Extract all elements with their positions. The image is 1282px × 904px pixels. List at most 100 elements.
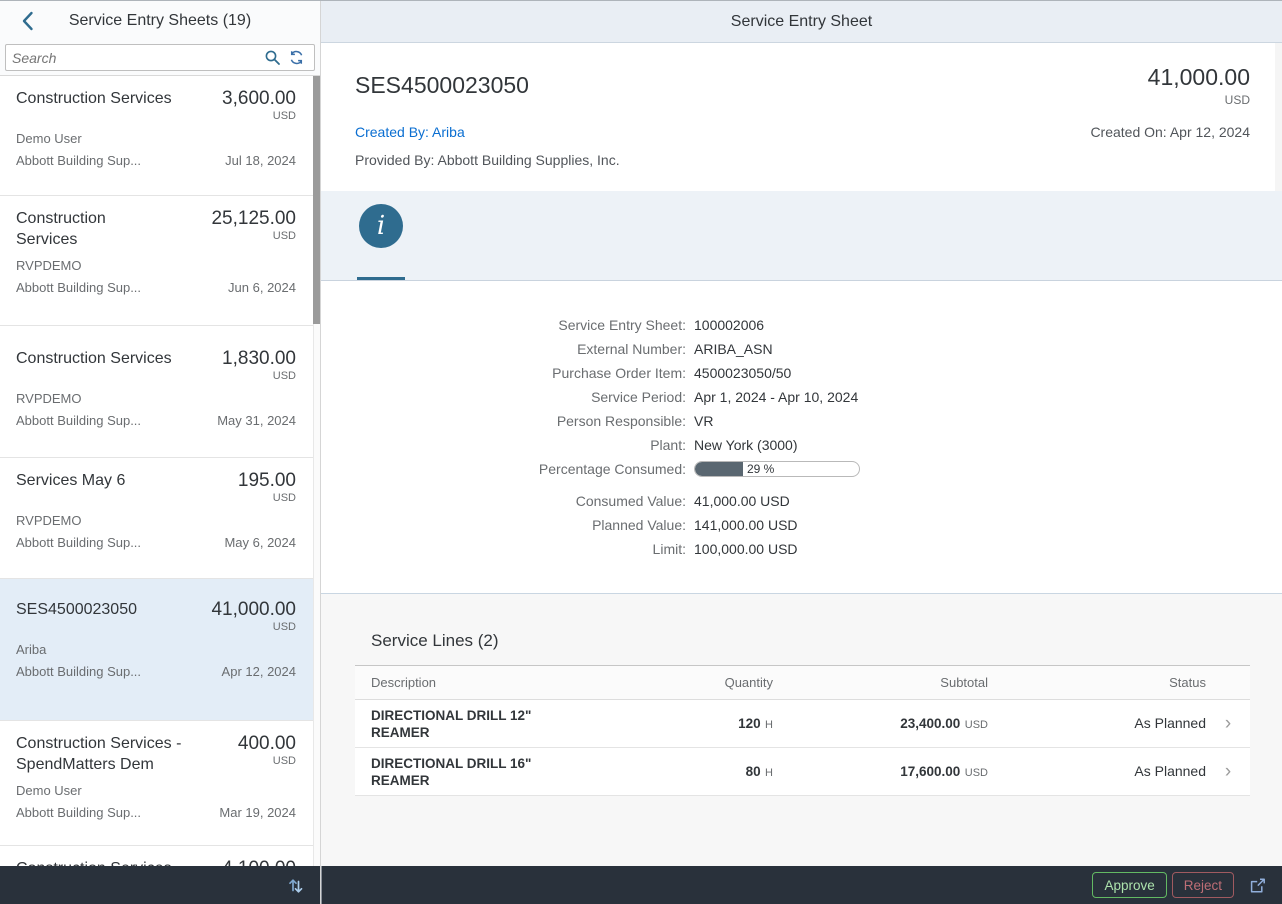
item-date: Mar 19, 2024 xyxy=(219,804,296,821)
back-button[interactable] xyxy=(10,1,44,41)
table-header-row: Description Quantity Subtotal Status xyxy=(355,666,1250,700)
column-header-quantity: Quantity xyxy=(655,675,773,690)
detail-footer: Approve Reject xyxy=(321,866,1282,904)
percentage-consumed-bar: 29 % xyxy=(694,461,860,477)
item-currency: USD xyxy=(211,230,296,243)
sort-button[interactable] xyxy=(280,870,312,900)
info-icon: i xyxy=(359,204,403,248)
tab-info[interactable]: i xyxy=(358,204,404,248)
item-title: Construction Services - SpendMatters Dem xyxy=(16,733,201,775)
item-title: SES4500023050 xyxy=(16,599,137,634)
table-row[interactable]: DIRECTIONAL DRILL 12" REAMER 120 H 23,40… xyxy=(355,700,1250,748)
line-status: As Planned xyxy=(1134,715,1206,731)
item-amount: 3,600.00 xyxy=(222,88,296,110)
line-description: DIRECTIONAL DRILL 16" REAMER xyxy=(371,755,541,789)
item-supplier: Abbott Building Sup... xyxy=(16,804,141,821)
service-entry-sheet-app: Service Entry Sheets (19) xyxy=(0,0,1282,904)
list-scrollbar[interactable] xyxy=(313,76,320,866)
item-supplier: Abbott Building Sup... xyxy=(16,152,141,169)
item-currency: USD xyxy=(238,492,296,505)
line-quantity: 120 xyxy=(738,716,761,731)
field-value: ARIBA_ASN xyxy=(694,337,1282,361)
chevron-right-icon: › xyxy=(1225,713,1231,734)
list-item-selected[interactable]: SES4500023050 41,000.00 USD Ariba Abbott… xyxy=(0,579,320,721)
item-title: Construction Services xyxy=(16,858,172,866)
detail-body: SES4500023050 41,000.00 USD Created By: … xyxy=(321,43,1282,866)
field-label: Service Period: xyxy=(321,385,686,409)
service-lines-table: Description Quantity Subtotal Status DIR… xyxy=(355,665,1250,796)
share-button[interactable] xyxy=(1242,870,1272,900)
list-scrollbar-thumb[interactable] xyxy=(313,76,320,324)
item-currency: USD xyxy=(222,370,296,383)
master-list-footer xyxy=(0,866,320,904)
list-item[interactable]: Construction Services 1,830.00 USD RVPDE… xyxy=(0,326,320,458)
item-amount: 1,830.00 xyxy=(222,348,296,370)
field-value: 41,000.00 USD xyxy=(694,489,1282,513)
field-label: Service Entry Sheet: xyxy=(321,313,686,337)
icon-tab-bar: i xyxy=(321,191,1282,281)
item-date: Apr 12, 2024 xyxy=(222,663,296,680)
field-value: Apr 1, 2024 - Apr 10, 2024 xyxy=(694,385,1282,409)
line-description: DIRECTIONAL DRILL 12" REAMER xyxy=(371,707,541,741)
field-label: External Number: xyxy=(321,337,686,361)
line-unit: H xyxy=(765,767,773,779)
search-box xyxy=(5,44,315,71)
item-date: Jun 6, 2024 xyxy=(228,279,296,296)
service-entry-sheet-list: Construction Services 3,600.00 USD Demo … xyxy=(0,76,320,866)
column-header-description: Description xyxy=(355,675,655,690)
info-section: Service Entry Sheet: 100002006 External … xyxy=(321,281,1282,594)
item-date: May 6, 2024 xyxy=(224,534,296,551)
item-amount: 4,100.00 xyxy=(222,858,296,866)
list-item[interactable]: Construction Services 25,125.00 USD RVPD… xyxy=(0,196,320,326)
item-currency: USD xyxy=(222,110,296,123)
item-title: Services May 6 xyxy=(16,470,125,505)
field-value: VR xyxy=(694,409,1282,433)
item-date: May 31, 2024 xyxy=(217,412,296,429)
reject-button[interactable]: Reject xyxy=(1172,872,1234,898)
service-lines-section: Service Lines (2) Description Quantity S… xyxy=(321,594,1282,866)
line-subtotal: 23,400.00 xyxy=(900,716,960,731)
list-item[interactable]: Construction Services - SpendMatters Dem… xyxy=(0,721,320,846)
field-label: Planned Value: xyxy=(321,513,686,537)
item-amount: 400.00 xyxy=(238,733,296,755)
detail-panel: Service Entry Sheet SES4500023050 41,000… xyxy=(321,1,1282,904)
ses-id: SES4500023050 xyxy=(355,71,529,99)
list-item[interactable]: Services May 6 195.00 USD RVPDEMO Abbott… xyxy=(0,458,320,579)
line-currency: USD xyxy=(965,719,988,731)
field-value: New York (3000) xyxy=(694,433,1282,457)
search-row xyxy=(0,41,320,76)
line-status: As Planned xyxy=(1134,763,1206,779)
line-quantity: 80 xyxy=(746,764,761,779)
detail-scrollbar[interactable] xyxy=(1275,43,1282,191)
created-on: Created On: Apr 12, 2024 xyxy=(1090,124,1250,140)
approve-button[interactable]: Approve xyxy=(1092,872,1166,898)
item-title: Construction Services xyxy=(16,208,166,250)
search-icon[interactable] xyxy=(260,46,284,70)
item-creator: Demo User xyxy=(16,782,296,799)
service-lines-title: Service Lines (2) xyxy=(371,631,1250,651)
field-label: Consumed Value: xyxy=(321,489,686,513)
line-currency: USD xyxy=(965,767,988,779)
item-currency: USD xyxy=(211,621,296,634)
created-by-link[interactable]: Created By: Ariba xyxy=(355,124,465,140)
list-item-clipped[interactable]: Construction Services 4,100.00 xyxy=(0,846,320,866)
item-supplier: Abbott Building Sup... xyxy=(16,534,141,551)
item-amount: 195.00 xyxy=(238,470,296,492)
field-label: Percentage Consumed: xyxy=(321,457,686,481)
field-value: 100002006 xyxy=(694,313,1282,337)
selected-tab-indicator xyxy=(357,277,405,280)
item-supplier: Abbott Building Sup... xyxy=(16,279,141,296)
table-row[interactable]: DIRECTIONAL DRILL 16" REAMER 80 H 17,600… xyxy=(355,748,1250,796)
item-creator: Demo User xyxy=(16,130,296,147)
list-item[interactable]: Construction Services 3,600.00 USD Demo … xyxy=(0,76,320,196)
field-value: 141,000.00 USD xyxy=(694,513,1282,537)
column-header-subtotal: Subtotal xyxy=(773,675,988,690)
field-label: Plant: xyxy=(321,433,686,457)
item-supplier: Abbott Building Sup... xyxy=(16,663,141,680)
field-label: Limit: xyxy=(321,537,686,561)
refresh-icon[interactable] xyxy=(284,46,308,70)
chevron-left-icon xyxy=(21,11,34,31)
item-creator: RVPDEMO xyxy=(16,257,296,274)
search-input[interactable] xyxy=(12,50,260,66)
total-amount: 41,000.00 xyxy=(1148,63,1250,91)
